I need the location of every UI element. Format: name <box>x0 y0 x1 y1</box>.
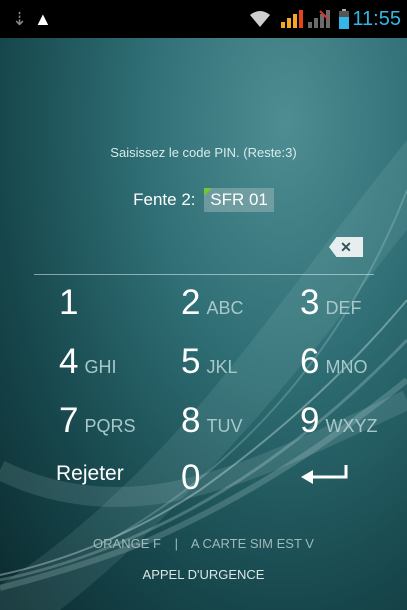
signal-icon-sim1 <box>281 10 303 28</box>
key-digit: 5 <box>181 342 201 381</box>
usb-icon: ⇣ <box>12 9 28 29</box>
key-6[interactable]: 6 MNO <box>300 342 367 382</box>
key-letters: JKL <box>206 357 238 377</box>
carrier-sim2: A CARTE SIM EST V <box>190 536 314 551</box>
key-8[interactable]: 8 TUV <box>181 401 242 441</box>
sim-flag-icon <box>204 188 213 196</box>
carrier-separator: | <box>174 536 178 551</box>
key-letters: DEF <box>325 298 362 318</box>
key-letters: PQRS <box>84 416 136 436</box>
sim-slot-label: Fente 2: <box>133 190 196 209</box>
sim-slot-value: SFR 01 <box>210 190 268 209</box>
key-0[interactable]: 0 <box>181 458 200 498</box>
lock-screen: ⇣ ▲ 11:55 Saisissez le code PIN. (Reste:… <box>0 0 407 610</box>
key-digit: 4 <box>59 342 79 381</box>
key-digit: 0 <box>181 458 201 497</box>
key-4[interactable]: 4 GHI <box>59 342 116 382</box>
key-digit: 7 <box>59 401 79 440</box>
key-9[interactable]: 9 WXYZ <box>300 401 377 441</box>
key-letters: TUV <box>206 416 243 436</box>
reject-button[interactable]: Rejeter <box>56 462 124 486</box>
keypad-divider <box>34 274 374 275</box>
key-letters: ABC <box>206 298 244 318</box>
key-digit: 1 <box>59 283 79 322</box>
key-1[interactable]: 1 <box>59 283 78 323</box>
key-digit: 6 <box>300 342 320 381</box>
key-2[interactable]: 2 ABC <box>181 283 243 323</box>
key-digit: 9 <box>300 401 320 440</box>
key-digit: 8 <box>181 401 201 440</box>
key-letters: GHI <box>84 357 117 377</box>
battery-icon <box>339 9 349 29</box>
key-7[interactable]: 7 PQRS <box>59 401 135 441</box>
key-digit: 2 <box>181 283 201 322</box>
key-letters: MNO <box>325 357 368 377</box>
signal-icon-sim2 <box>308 10 330 28</box>
key-3[interactable]: 3 DEF <box>300 283 361 323</box>
clock: 11:55 <box>352 8 401 30</box>
warning-icon: ▲ <box>34 9 52 29</box>
key-letters: WXYZ <box>325 416 378 436</box>
key-digit: 3 <box>300 283 320 322</box>
wifi-icon <box>250 11 270 27</box>
carrier-sim1: ORANGE F <box>93 536 161 551</box>
delete-icon: ✕ <box>340 239 352 255</box>
pin-prompt: Saisissez le code PIN. (Reste:3) <box>110 145 297 160</box>
enter-button[interactable] <box>296 461 356 491</box>
key-5[interactable]: 5 JKL <box>181 342 238 382</box>
pin-input-field[interactable]: SFR 01 <box>204 188 274 212</box>
sim-slot-row: Fente 2: SFR 01 <box>0 188 407 212</box>
enter-arrow-icon <box>301 465 348 484</box>
status-bar: ⇣ ▲ 11:55 <box>0 0 407 38</box>
emergency-call-button[interactable]: APPEL D'URGENCE <box>0 567 407 582</box>
carrier-status: ORANGE F | A CARTE SIM EST V <box>0 536 407 551</box>
